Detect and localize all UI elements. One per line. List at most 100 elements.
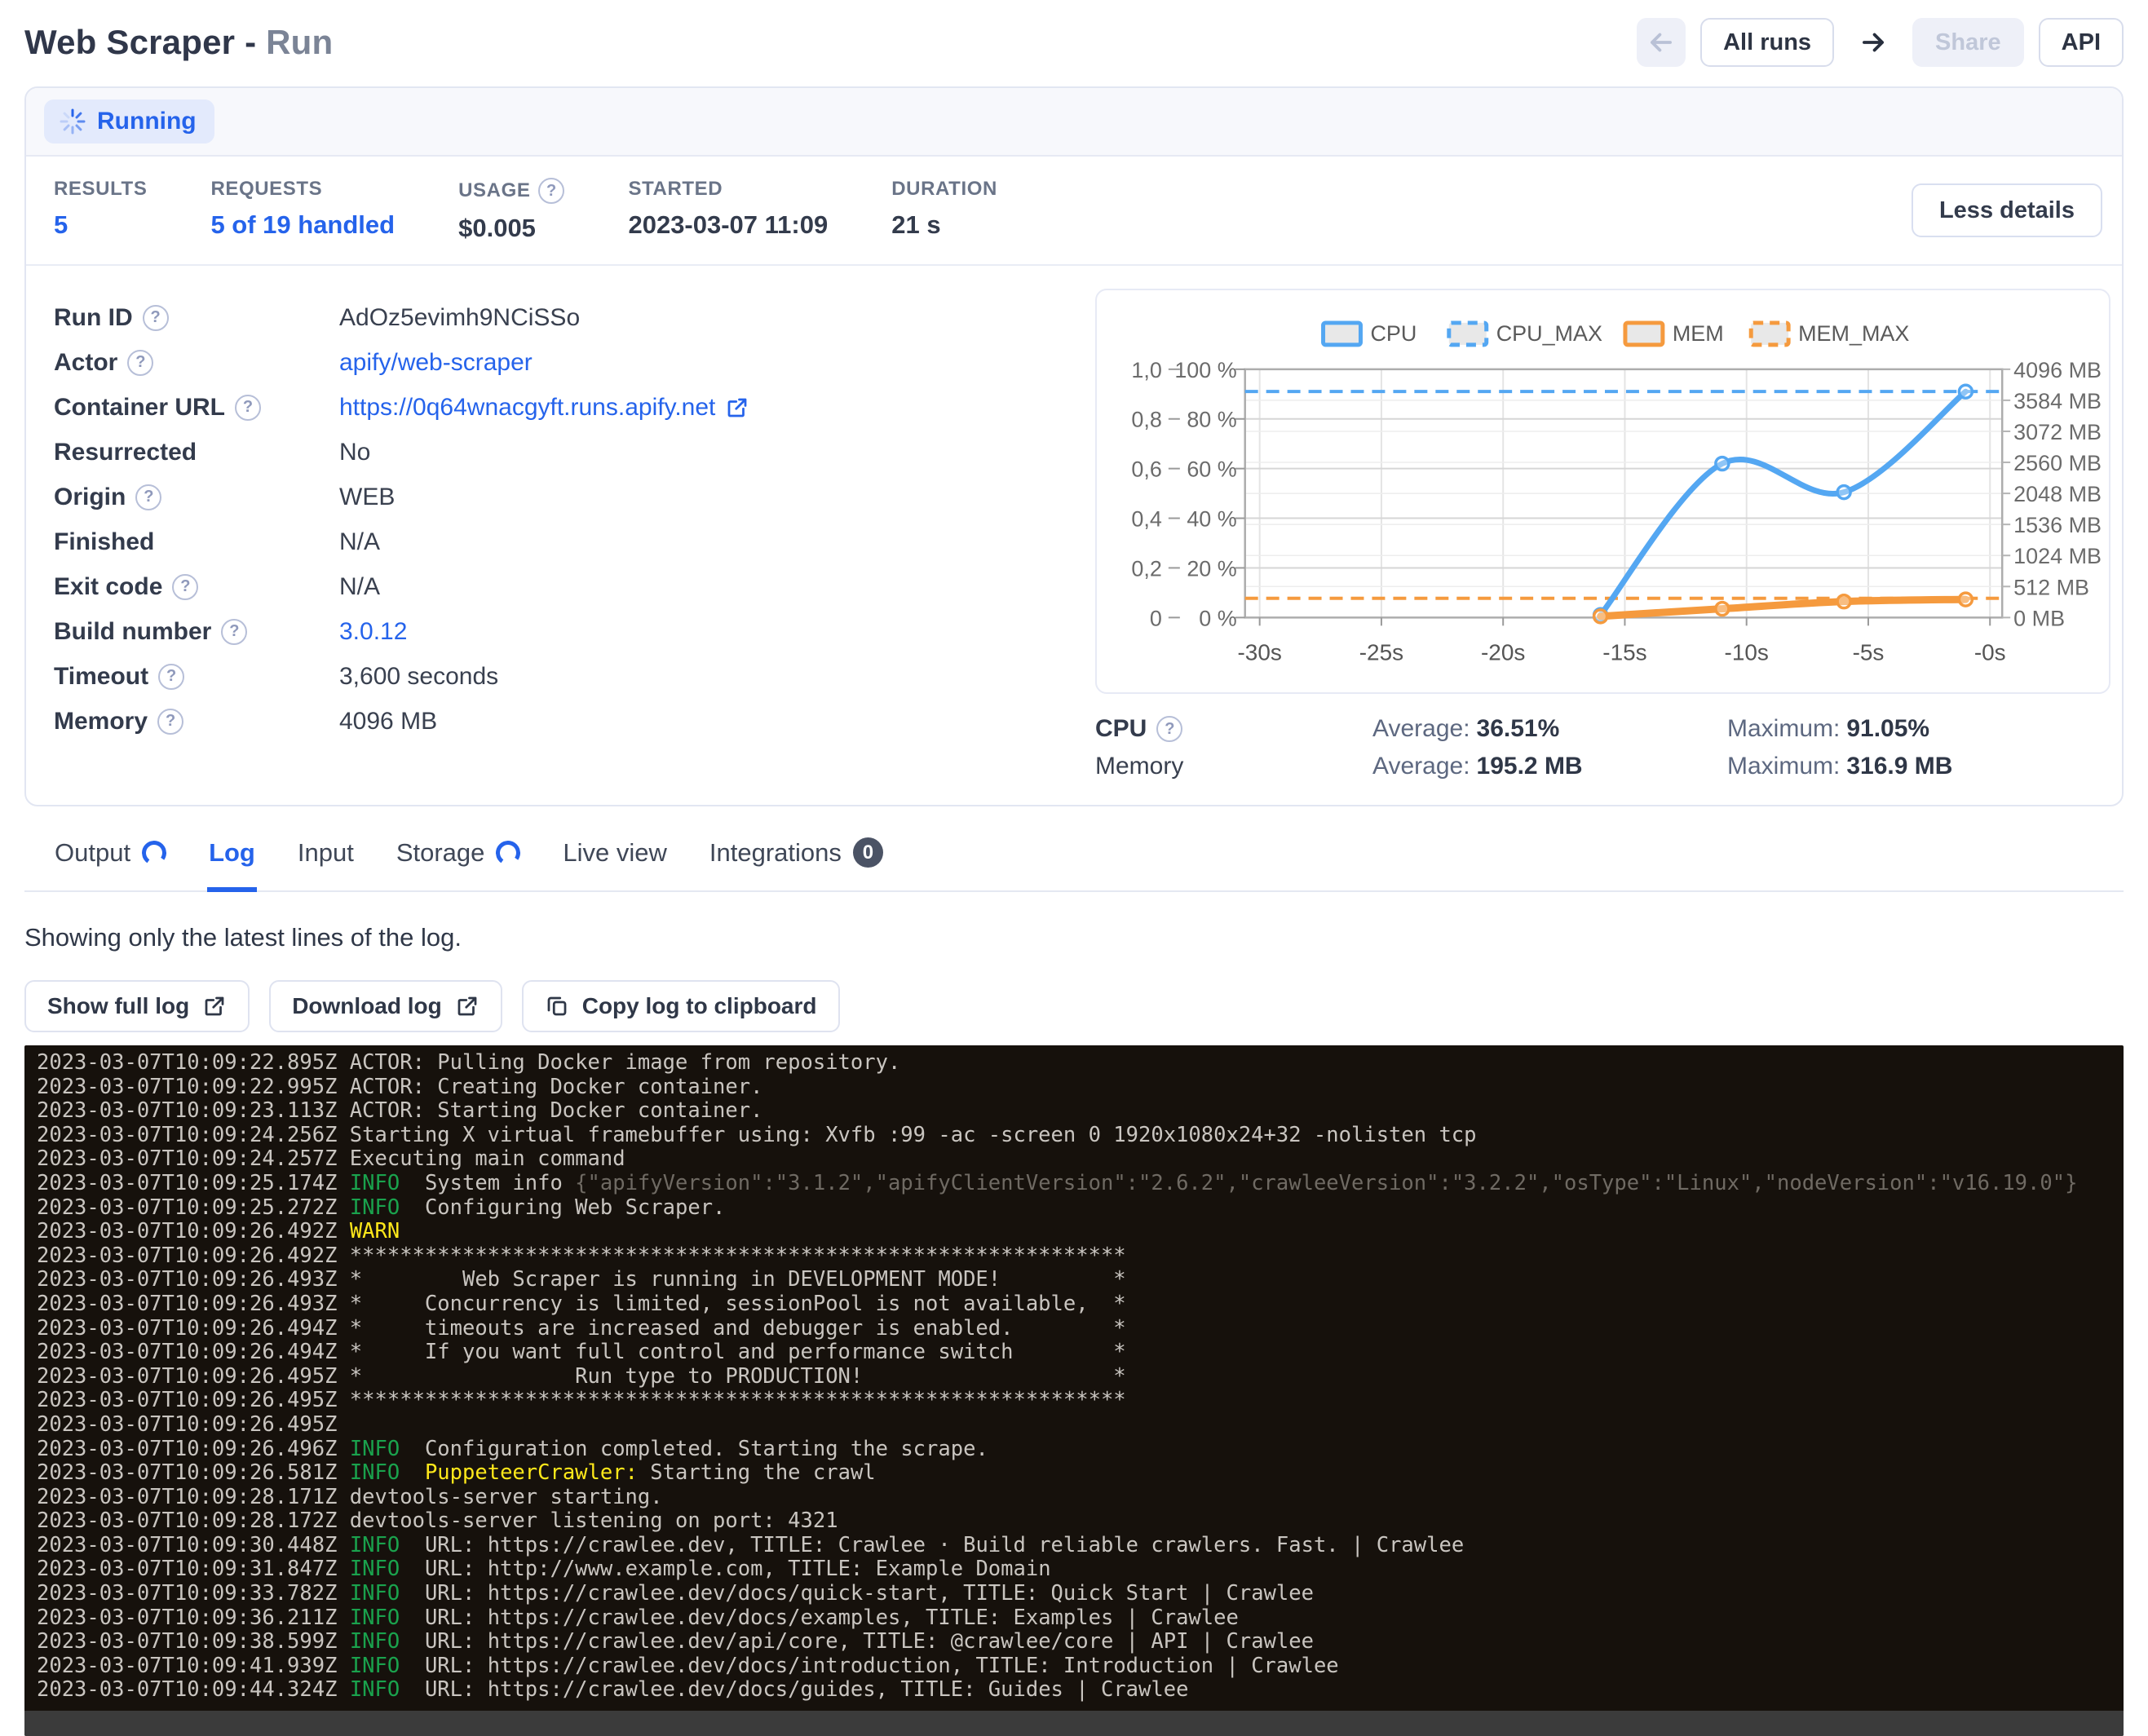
log-actions: Show full log Download log Copy log to c… xyxy=(24,980,2124,1032)
tab-storage[interactable]: Storage xyxy=(395,826,523,892)
log-line: 2023-03-07T10:09:26.495Z xyxy=(37,1413,2124,1438)
integrations-count-badge: 0 xyxy=(853,837,883,868)
svg-text:512 MB: 512 MB xyxy=(2013,575,2089,599)
svg-text:-30s: -30s xyxy=(1237,639,1281,665)
detail-value-origin: WEB xyxy=(339,484,395,511)
cpu-average: Average:36.51% xyxy=(1372,715,1727,743)
header-actions: All runs Share API xyxy=(1637,18,2124,67)
help-icon[interactable]: ? xyxy=(172,574,198,600)
log-terminal[interactable]: 2023-03-07T10:09:22.895Z ACTOR: Pulling … xyxy=(24,1045,2124,1736)
api-button[interactable]: API xyxy=(2039,18,2124,67)
next-run-button[interactable] xyxy=(1849,18,1898,67)
stat-started: STARTED 2023-03-07 11:09 xyxy=(628,178,828,240)
svg-text:0,2: 0,2 xyxy=(1131,556,1161,581)
log-line: 2023-03-07T10:09:24.256Z Starting X virt… xyxy=(37,1124,2124,1148)
less-details-button[interactable]: Less details xyxy=(1912,183,2102,237)
svg-text:4096 MB: 4096 MB xyxy=(2013,358,2102,382)
detail-label: Origin? xyxy=(54,484,339,511)
log-line: 2023-03-07T10:09:26.581Z INFO PuppeteerC… xyxy=(37,1461,2124,1486)
help-icon[interactable]: ? xyxy=(235,395,261,421)
log-line: 2023-03-07T10:09:41.939Z INFO URL: https… xyxy=(37,1654,2124,1679)
log-line: 2023-03-07T10:09:22.995Z ACTOR: Creating… xyxy=(37,1076,2124,1100)
svg-text:100 %: 100 % xyxy=(1174,358,1236,382)
all-runs-button[interactable]: All runs xyxy=(1700,18,1834,67)
log-line: 2023-03-07T10:09:33.782Z INFO URL: https… xyxy=(37,1582,2124,1606)
copy-log-button[interactable]: Copy log to clipboard xyxy=(522,980,840,1032)
stat-duration: DURATION 21 s xyxy=(891,178,997,240)
detail-value-build-number[interactable]: 3.0.12 xyxy=(339,618,407,646)
stat-duration-value: 21 s xyxy=(891,210,997,240)
log-line: 2023-03-07T10:09:24.257Z Executing main … xyxy=(37,1147,2124,1172)
svg-text:0: 0 xyxy=(1150,606,1162,630)
cpu-memory-chart: 1,00,80,60,40,20100 %80 %60 %40 %20 %0 %… xyxy=(1095,289,2110,694)
detail-row-timeout: Timeout?3,600 seconds xyxy=(54,654,1095,699)
log-line: 2023-03-07T10:09:22.895Z ACTOR: Pulling … xyxy=(37,1051,2124,1076)
svg-text:2560 MB: 2560 MB xyxy=(2013,451,2102,475)
run-detail-page: Web Scraper - Run All runs Share API xyxy=(0,0,2148,1736)
detail-value-finished: N/A xyxy=(339,528,380,556)
metrics-summary: CPU ? Average:36.51% Maximum:91.05% Memo… xyxy=(1095,715,2110,780)
arrow-left-icon xyxy=(1646,27,1677,58)
stat-started-value: 2023-03-07 11:09 xyxy=(628,210,828,240)
detail-label: Resurrected xyxy=(54,439,339,466)
help-icon[interactable]: ? xyxy=(538,178,564,204)
svg-text:3072 MB: 3072 MB xyxy=(2013,420,2102,444)
svg-text:2048 MB: 2048 MB xyxy=(2013,482,2102,506)
help-icon[interactable]: ? xyxy=(143,305,169,331)
tab-output[interactable]: Output xyxy=(53,826,168,892)
help-icon[interactable]: ? xyxy=(157,709,183,735)
svg-text:-15s: -15s xyxy=(1602,639,1646,665)
stat-results-value[interactable]: 5 xyxy=(54,210,147,240)
help-icon[interactable]: ? xyxy=(158,664,184,690)
tab-integrations[interactable]: Integrations0 xyxy=(708,826,885,892)
terminal-scrollbar[interactable] xyxy=(24,1711,2124,1736)
svg-text:CPU_MAX: CPU_MAX xyxy=(1496,321,1602,346)
external-link-icon xyxy=(202,994,227,1018)
show-full-log-button[interactable]: Show full log xyxy=(24,980,250,1032)
detail-label: Run ID? xyxy=(54,304,339,332)
stat-requests-label: REQUESTS xyxy=(210,178,395,201)
arrow-right-icon xyxy=(1858,27,1889,58)
stat-requests-value[interactable]: 5 of 19 handled xyxy=(210,210,395,240)
detail-value-actor[interactable]: apify/web-scraper xyxy=(339,349,533,377)
page-header: Web Scraper - Run All runs Share API xyxy=(24,0,2124,86)
detail-label: Container URL? xyxy=(54,394,339,422)
stat-duration-label: DURATION xyxy=(891,178,997,201)
help-icon[interactable]: ? xyxy=(221,619,247,645)
stats-row: RESULTS 5 REQUESTS 5 of 19 handled USAGE… xyxy=(26,157,2122,264)
share-button[interactable]: Share xyxy=(1912,18,2024,67)
metrics-column: 1,00,80,60,40,20100 %80 %60 %40 %20 %0 %… xyxy=(1095,289,2110,780)
previous-run-button[interactable] xyxy=(1637,18,1686,67)
log-line: 2023-03-07T10:09:44.324Z INFO URL: https… xyxy=(37,1678,2124,1703)
detail-row-origin: Origin?WEB xyxy=(54,475,1095,519)
svg-text:-5s: -5s xyxy=(1853,639,1885,665)
log-line: 2023-03-07T10:09:25.174Z INFO System inf… xyxy=(37,1172,2124,1196)
log-line: 2023-03-07T10:09:25.272Z INFO Configurin… xyxy=(37,1196,2124,1221)
svg-text:CPU: CPU xyxy=(1370,321,1417,346)
log-line: 2023-03-07T10:09:26.492Z ***************… xyxy=(37,1244,2124,1269)
tab-log[interactable]: Log xyxy=(207,826,257,892)
help-icon[interactable]: ? xyxy=(135,484,161,510)
svg-text:0,6: 0,6 xyxy=(1131,457,1161,482)
help-icon[interactable]: ? xyxy=(127,350,153,376)
spinner-arc-icon xyxy=(494,838,523,867)
detail-value-timeout: 3,600 seconds xyxy=(339,663,498,691)
svg-text:-0s: -0s xyxy=(1974,639,2006,665)
detail-value-memory: 4096 MB xyxy=(339,708,437,735)
log-line: 2023-03-07T10:09:26.494Z * timeouts are … xyxy=(37,1317,2124,1341)
svg-text:MEM: MEM xyxy=(1673,321,1724,346)
status-label: Running xyxy=(97,108,197,135)
log-line: 2023-03-07T10:09:26.493Z * Web Scraper i… xyxy=(37,1268,2124,1292)
svg-text:-25s: -25s xyxy=(1359,639,1403,665)
memory-maximum: Maximum:316.9 MB xyxy=(1727,753,2110,780)
run-details-section: Run ID?AdOz5evimh9NCiSSoActor?apify/web-… xyxy=(26,264,2122,805)
svg-text:0,8: 0,8 xyxy=(1131,408,1161,432)
detail-value-container-url[interactable]: https://0q64wnacgyft.runs.apify.net xyxy=(339,394,749,422)
download-log-button[interactable]: Download log xyxy=(269,980,502,1032)
help-icon[interactable]: ? xyxy=(1156,716,1182,742)
log-notice: Showing only the latest lines of the log… xyxy=(24,923,2124,952)
spinner-icon xyxy=(59,108,86,135)
tab-live-view[interactable]: Live view xyxy=(561,826,669,892)
detail-label: Exit code? xyxy=(54,573,339,601)
tab-input[interactable]: Input xyxy=(296,826,356,892)
